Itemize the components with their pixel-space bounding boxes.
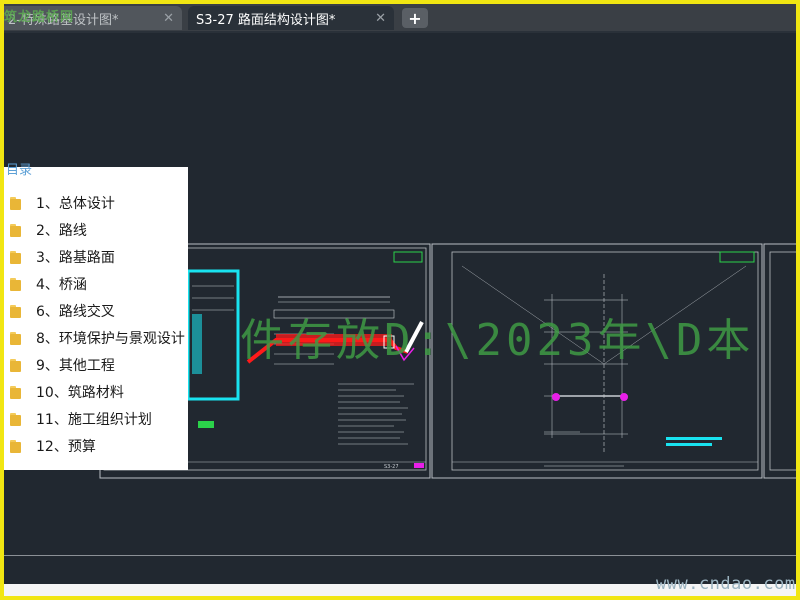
folder-icon xyxy=(10,385,24,399)
toc-item[interactable]: 11、施工组织计划 xyxy=(10,409,152,429)
top-watermark: 筑龙路桥网 xyxy=(4,10,75,25)
toc-item-label: 1、总体设计 xyxy=(36,196,115,212)
toc-item-label: 6、路线交叉 xyxy=(36,304,115,320)
toc-item[interactable]: 2、路线 xyxy=(10,220,87,240)
folder-icon xyxy=(10,196,24,210)
table-of-contents-panel: 目录 1、总体设计 2、路线 3、路基路面 4、桥涵 6、路线交叉 8、环境保护… xyxy=(4,163,188,470)
toc-item[interactable]: 12、预算 xyxy=(10,436,96,456)
toc-item[interactable]: 9、其他工程 xyxy=(10,355,115,375)
toc-item-label: 8、环境保护与景观设计 xyxy=(36,331,185,347)
toc-item-label: 11、施工组织计划 xyxy=(36,412,152,428)
toc-item-label: 3、路基路面 xyxy=(36,250,115,266)
tab-bar: 2-特殊路基设计图* ✕ S3-27 路面结构设计图* ✕ + xyxy=(4,4,796,32)
toc-header: 目录 xyxy=(6,163,33,178)
toc-item[interactable]: 10、筑路材料 xyxy=(10,382,124,402)
close-icon[interactable]: ✕ xyxy=(375,11,386,26)
toc-item[interactable]: 1、总体设计 xyxy=(10,193,115,213)
toc-item-label: 2、路线 xyxy=(36,223,87,239)
folder-icon xyxy=(10,331,24,345)
folder-icon xyxy=(10,358,24,372)
folder-icon xyxy=(10,277,24,291)
toc-item-label: 4、桥涵 xyxy=(36,277,87,293)
sheet-number: S3-27 xyxy=(384,464,399,470)
tab-divider xyxy=(4,31,796,33)
site-watermark: www.cndao.com xyxy=(656,574,796,594)
plus-icon[interactable]: + xyxy=(402,8,428,28)
cad-window: 2-特殊路基设计图* ✕ S3-27 路面结构设计图* ✕ + S3-27 件存… xyxy=(4,4,796,596)
tab-label: S3-27 路面结构设计图* xyxy=(196,12,336,28)
path-watermark-text: 件存放D:\2023年\D本 xyxy=(240,315,755,366)
canvas-bottom-border xyxy=(4,555,796,556)
toc-item[interactable]: 8、环境保护与景观设计 xyxy=(10,328,185,348)
tab-pavement-structure[interactable]: S3-27 路面结构设计图* ✕ xyxy=(188,6,394,30)
folder-icon xyxy=(10,223,24,237)
toc-item-label: 12、预算 xyxy=(36,439,96,455)
toc-item[interactable]: 3、路基路面 xyxy=(10,247,115,267)
toc-item-label: 10、筑路材料 xyxy=(36,385,124,401)
folder-icon xyxy=(10,412,24,426)
toc-item-label: 9、其他工程 xyxy=(36,358,115,374)
drawing-sheet-3 xyxy=(763,243,796,479)
folder-icon xyxy=(10,250,24,264)
toc-item[interactable]: 4、桥涵 xyxy=(10,274,87,294)
close-icon[interactable]: ✕ xyxy=(163,11,174,26)
folder-icon xyxy=(10,439,24,453)
folder-icon xyxy=(10,304,24,318)
toc-item[interactable]: 6、路线交叉 xyxy=(10,301,115,321)
